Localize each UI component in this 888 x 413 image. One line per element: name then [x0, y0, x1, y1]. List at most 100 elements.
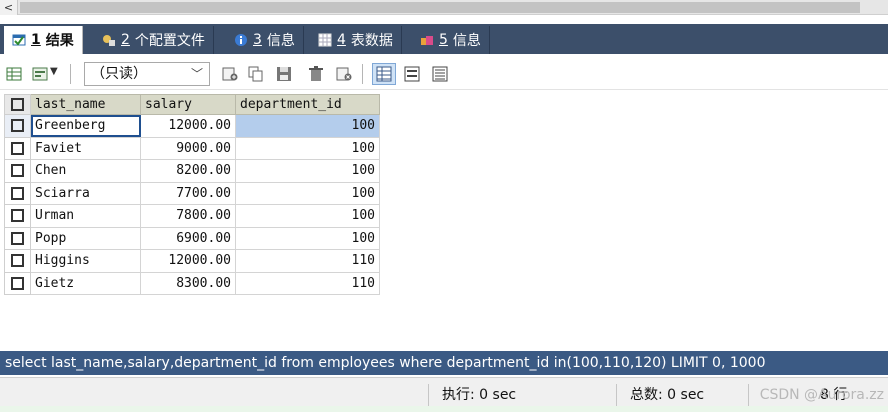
cell-department-id[interactable]: 100: [235, 181, 380, 205]
table-row[interactable]: Greenberg 12000.00 100: [4, 114, 380, 138]
grid-view-button[interactable]: [372, 63, 396, 85]
form-view-icon[interactable]: [404, 66, 420, 82]
cell-salary[interactable]: 12000.00: [140, 249, 236, 273]
row-checkbox[interactable]: [4, 181, 31, 205]
save-icon[interactable]: [276, 66, 292, 82]
grid-view-icon: [376, 66, 392, 82]
cell-department-id[interactable]: 100: [235, 204, 380, 228]
tab-profile-label: 个配置文件: [134, 33, 205, 49]
checkbox-icon: [11, 254, 24, 268]
readonly-mode-select[interactable]: （只读） ﹀: [84, 62, 210, 86]
cell-last-name[interactable]: Popp: [30, 226, 141, 250]
checkbox-icon: [11, 209, 24, 223]
row-checkbox[interactable]: [4, 114, 31, 138]
status-divider: [748, 384, 749, 406]
column-header[interactable]: salary: [140, 94, 236, 115]
delete-icon[interactable]: [308, 66, 324, 82]
row-checkbox[interactable]: [4, 271, 31, 295]
cell-department-id[interactable]: 110: [235, 271, 380, 295]
status-bar: 执行: 0 sec 总数: 0 sec 8 行 CSDN @Aurora.zz: [0, 377, 888, 412]
checkbox-icon: [11, 119, 24, 133]
scroll-thumb[interactable]: [20, 2, 860, 13]
row-checkbox[interactable]: [4, 136, 31, 160]
cell-salary[interactable]: 8300.00: [140, 271, 236, 295]
result-grid: last_name salary department_id Greenberg…: [4, 94, 380, 295]
tab-table-data-label: 表数据: [350, 33, 393, 49]
tab-result[interactable]: 1 结果: [4, 26, 83, 54]
row-checkbox[interactable]: [4, 204, 31, 228]
tab-result-num: 1: [31, 32, 41, 48]
cancel-changes-icon[interactable]: [336, 66, 352, 82]
text-view-icon[interactable]: [432, 66, 448, 82]
column-header[interactable]: department_id: [235, 94, 380, 115]
row-checkbox[interactable]: [4, 159, 31, 183]
export-grid-icon[interactable]: [6, 66, 22, 82]
cell-salary[interactable]: 6900.00: [140, 226, 236, 250]
query-text: select last_name,salary,department_id fr…: [0, 351, 888, 375]
row-checkbox[interactable]: [4, 249, 31, 273]
result-tabbar: 1 结果 2 个配置文件 3 信息 4 表数据 5 信息: [0, 24, 888, 54]
toolbar-separator: [70, 64, 71, 84]
table-row[interactable]: Higgins 12000.00 110: [4, 249, 380, 273]
cell-salary[interactable]: 7800.00: [140, 204, 236, 228]
status-divider: [428, 384, 429, 406]
checkbox-icon: [11, 98, 24, 111]
cell-last-name[interactable]: Faviet: [30, 136, 141, 160]
horizontal-scrollbar[interactable]: <: [0, 0, 888, 15]
tab-table-data-num: 4: [337, 32, 346, 48]
cell-department-id[interactable]: 100: [235, 136, 380, 160]
checkbox-icon: [11, 141, 24, 155]
scroll-left-arrow[interactable]: <: [0, 0, 18, 15]
cell-salary[interactable]: 9000.00: [140, 136, 236, 160]
table-row[interactable]: Urman 7800.00 100: [4, 204, 380, 228]
status-divider: [616, 384, 617, 406]
readonly-mode-value: （只读）: [91, 66, 147, 82]
cell-salary[interactable]: 8200.00: [140, 159, 236, 183]
tab-profile-num: 2: [121, 32, 130, 48]
tab-info-history[interactable]: 5 信息: [412, 26, 490, 54]
cell-last-name[interactable]: Sciarra: [30, 181, 141, 205]
tab-info-label: 信息: [266, 33, 295, 49]
info-history-icon: [421, 36, 433, 45]
cell-last-name[interactable]: Higgins: [30, 249, 141, 273]
grid-header-row: last_name salary department_id: [4, 94, 380, 115]
table-row[interactable]: Sciarra 7700.00 100: [4, 181, 380, 205]
table-row[interactable]: Gietz 8300.00 110: [4, 271, 380, 295]
cell-last-name[interactable]: Chen: [30, 159, 141, 183]
cell-department-id[interactable]: 100: [235, 159, 380, 183]
checkbox-icon: [11, 276, 24, 290]
table-data-icon: [318, 33, 332, 47]
insert-row-icon[interactable]: [222, 66, 238, 82]
tab-table-data[interactable]: 4 表数据: [310, 26, 402, 54]
cell-department-id[interactable]: 110: [235, 249, 380, 273]
select-all-checkbox[interactable]: [4, 94, 31, 115]
table-row[interactable]: Chen 8200.00 100: [4, 159, 380, 183]
table-row[interactable]: Faviet 9000.00 100: [4, 136, 380, 160]
cell-last-name[interactable]: Gietz: [30, 271, 141, 295]
dropdown-arrow-icon[interactable]: ▼: [50, 66, 58, 77]
toolbar-separator: [362, 64, 363, 84]
duplicate-row-icon[interactable]: [248, 66, 264, 82]
tab-result-label: 结果: [45, 33, 74, 49]
chevron-down-icon: ﹀: [190, 67, 203, 81]
column-header[interactable]: last_name: [30, 94, 141, 115]
checkbox-icon: [11, 186, 24, 200]
tab-profile[interactable]: 2 个配置文件: [94, 26, 214, 54]
view-options-icon[interactable]: [32, 66, 48, 82]
table-row[interactable]: Popp 6900.00 100: [4, 226, 380, 250]
cell-last-name[interactable]: Urman: [30, 204, 141, 228]
row-checkbox[interactable]: [4, 226, 31, 250]
profile-icon: [103, 35, 115, 46]
tab-info[interactable]: 3 信息: [226, 26, 304, 54]
cell-department-id[interactable]: 100: [235, 226, 380, 250]
tab-info-history-num: 5: [439, 32, 448, 48]
tab-info-history-label: 信息: [452, 33, 481, 49]
result-table-icon: [12, 34, 26, 46]
cell-salary[interactable]: 12000.00: [140, 114, 236, 138]
cell-salary[interactable]: 7700.00: [140, 181, 236, 205]
cell-department-id[interactable]: 100: [235, 114, 380, 138]
checkbox-icon: [11, 231, 24, 245]
info-icon: [235, 34, 247, 46]
cell-last-name[interactable]: Greenberg: [30, 114, 141, 138]
checkbox-icon: [11, 164, 24, 178]
